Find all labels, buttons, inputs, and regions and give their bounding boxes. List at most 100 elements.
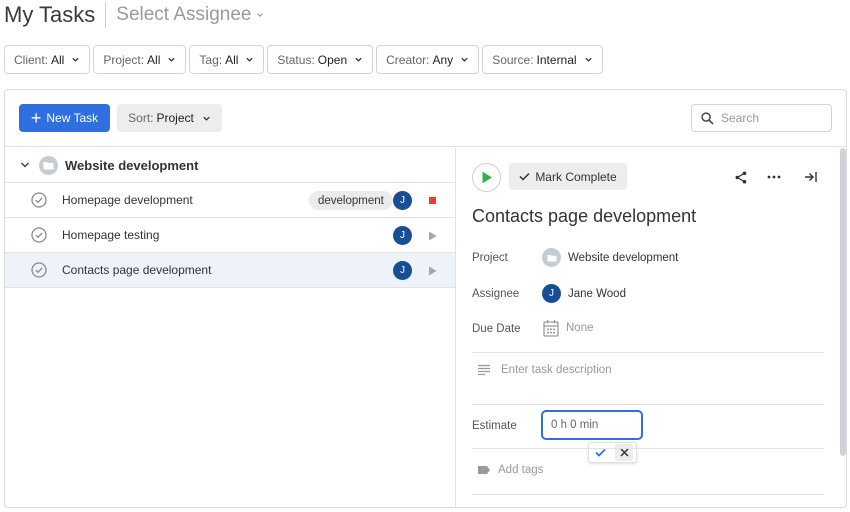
start-timer-button[interactable] bbox=[472, 163, 501, 192]
page-title: My Tasks bbox=[4, 2, 107, 28]
task-detail-pane: Mark Complete Contacts page development … bbox=[457, 148, 846, 507]
project-value[interactable]: Website development bbox=[542, 248, 678, 267]
description-icon bbox=[478, 364, 490, 376]
search-icon bbox=[701, 111, 714, 124]
more-options-icon[interactable] bbox=[767, 170, 781, 184]
new-task-label: New Task bbox=[46, 111, 99, 125]
assignee-name: Jane Wood bbox=[568, 287, 626, 300]
filter-value: Internal bbox=[536, 52, 577, 67]
mark-complete-button[interactable]: Mark Complete bbox=[509, 163, 627, 190]
project-name: Website development bbox=[568, 251, 679, 264]
task-title[interactable]: Contacts page development bbox=[472, 206, 696, 227]
avatar[interactable]: J bbox=[393, 191, 412, 210]
new-task-button[interactable]: + New Task bbox=[19, 104, 110, 132]
sort-label: Sort: bbox=[128, 111, 154, 125]
assignee-select[interactable]: Select Assignee bbox=[116, 4, 264, 26]
filter-value: Open bbox=[317, 52, 348, 67]
check-circle-icon[interactable] bbox=[31, 192, 47, 208]
tasks-page: My Tasks Select Assignee Client: All Pro… bbox=[0, 0, 850, 512]
divider bbox=[472, 352, 824, 353]
estimate-label: Estimate bbox=[472, 420, 517, 432]
task-row-selected[interactable]: Contacts page development J bbox=[5, 253, 455, 288]
mark-complete-label: Mark Complete bbox=[535, 169, 617, 184]
assignee-value[interactable]: J Jane Wood bbox=[542, 284, 626, 303]
project-label: Project bbox=[472, 252, 508, 264]
calendar-icon bbox=[543, 320, 559, 337]
due-date-text: None bbox=[566, 322, 594, 334]
divider bbox=[472, 404, 824, 405]
filter-label: Status: bbox=[277, 52, 315, 67]
close-icon bbox=[620, 448, 629, 457]
play-icon bbox=[429, 231, 437, 240]
task-name: Contacts page development bbox=[62, 263, 212, 277]
filter-value: All bbox=[51, 52, 65, 67]
stop-timer-button[interactable] bbox=[426, 194, 439, 207]
add-tags-field[interactable]: Add tags bbox=[477, 464, 543, 476]
filter-label: Source: bbox=[492, 52, 534, 67]
chevron-down-icon bbox=[257, 13, 264, 17]
group-title: Website development bbox=[65, 157, 199, 173]
start-timer-button[interactable] bbox=[426, 229, 439, 242]
chevron-down-icon bbox=[72, 57, 80, 62]
task-description-field[interactable]: Enter task description bbox=[477, 364, 612, 376]
filter-value: All bbox=[147, 52, 161, 67]
check-icon bbox=[595, 448, 606, 457]
folder-icon bbox=[542, 248, 561, 267]
share-icon[interactable] bbox=[734, 170, 748, 184]
chevron-down-icon bbox=[168, 57, 176, 62]
task-row[interactable]: Homepage development development J bbox=[5, 183, 455, 218]
task-row[interactable]: Homepage testing J bbox=[5, 218, 455, 253]
avatar[interactable]: J bbox=[393, 261, 412, 280]
tag-chip[interactable]: development bbox=[309, 191, 393, 210]
close-panel-icon[interactable] bbox=[803, 170, 817, 184]
filter-project[interactable]: Project: All bbox=[93, 45, 187, 74]
divider bbox=[472, 494, 824, 495]
filter-status[interactable]: Status: Open bbox=[267, 45, 374, 74]
play-icon bbox=[482, 171, 492, 184]
chevron-down-icon[interactable] bbox=[20, 160, 30, 170]
filter-bar: Client: All Project: All Tag: All Status… bbox=[4, 45, 603, 74]
panel-toolbar: + New Task Sort: Project bbox=[5, 90, 846, 147]
task-name: Homepage development bbox=[62, 193, 193, 207]
avatar[interactable]: J bbox=[393, 226, 412, 245]
detail-scrollbar[interactable] bbox=[840, 148, 846, 456]
filter-tag[interactable]: Tag: All bbox=[189, 45, 265, 74]
due-date-label: Due Date bbox=[472, 323, 521, 335]
estimate-input[interactable] bbox=[541, 410, 643, 440]
task-name: Homepage testing bbox=[62, 228, 160, 242]
filter-value: All bbox=[225, 52, 239, 67]
cancel-estimate-button[interactable] bbox=[615, 444, 634, 461]
task-list: Website development Homepage development… bbox=[5, 148, 456, 507]
chevron-down-icon bbox=[203, 116, 210, 121]
description-placeholder: Enter task description bbox=[501, 364, 612, 376]
check-circle-icon[interactable] bbox=[31, 262, 47, 278]
stop-icon bbox=[429, 197, 436, 204]
filter-source[interactable]: Source: Internal bbox=[482, 45, 603, 74]
filter-client[interactable]: Client: All bbox=[4, 45, 91, 74]
avatar: J bbox=[542, 284, 561, 303]
plus-icon: + bbox=[30, 108, 42, 128]
search-input[interactable] bbox=[721, 111, 821, 125]
chevron-down-icon bbox=[246, 57, 254, 62]
due-date-value[interactable]: None bbox=[543, 319, 594, 337]
start-timer-button[interactable] bbox=[426, 264, 439, 277]
chevron-down-icon bbox=[584, 57, 592, 62]
confirm-estimate-button[interactable] bbox=[592, 444, 610, 461]
estimate-actions bbox=[588, 442, 637, 463]
sort-value: Project bbox=[156, 111, 194, 125]
tag-icon bbox=[478, 466, 490, 474]
folder-icon bbox=[39, 155, 58, 175]
search-box[interactable] bbox=[691, 104, 832, 132]
filter-label: Client: bbox=[14, 52, 49, 67]
filter-creator[interactable]: Creator: Any bbox=[376, 45, 480, 74]
divider bbox=[472, 448, 824, 449]
play-icon bbox=[429, 266, 437, 275]
sort-dropdown[interactable]: Sort: Project bbox=[117, 104, 222, 132]
project-group-header[interactable]: Website development bbox=[5, 148, 455, 183]
check-circle-icon[interactable] bbox=[31, 227, 47, 243]
tasks-panel: + New Task Sort: Project Website develop… bbox=[4, 89, 847, 508]
filter-label: Project: bbox=[103, 52, 145, 67]
filter-value: Any bbox=[432, 52, 454, 67]
assignee-label: Assignee bbox=[472, 288, 520, 300]
filter-label: Tag: bbox=[199, 52, 223, 67]
